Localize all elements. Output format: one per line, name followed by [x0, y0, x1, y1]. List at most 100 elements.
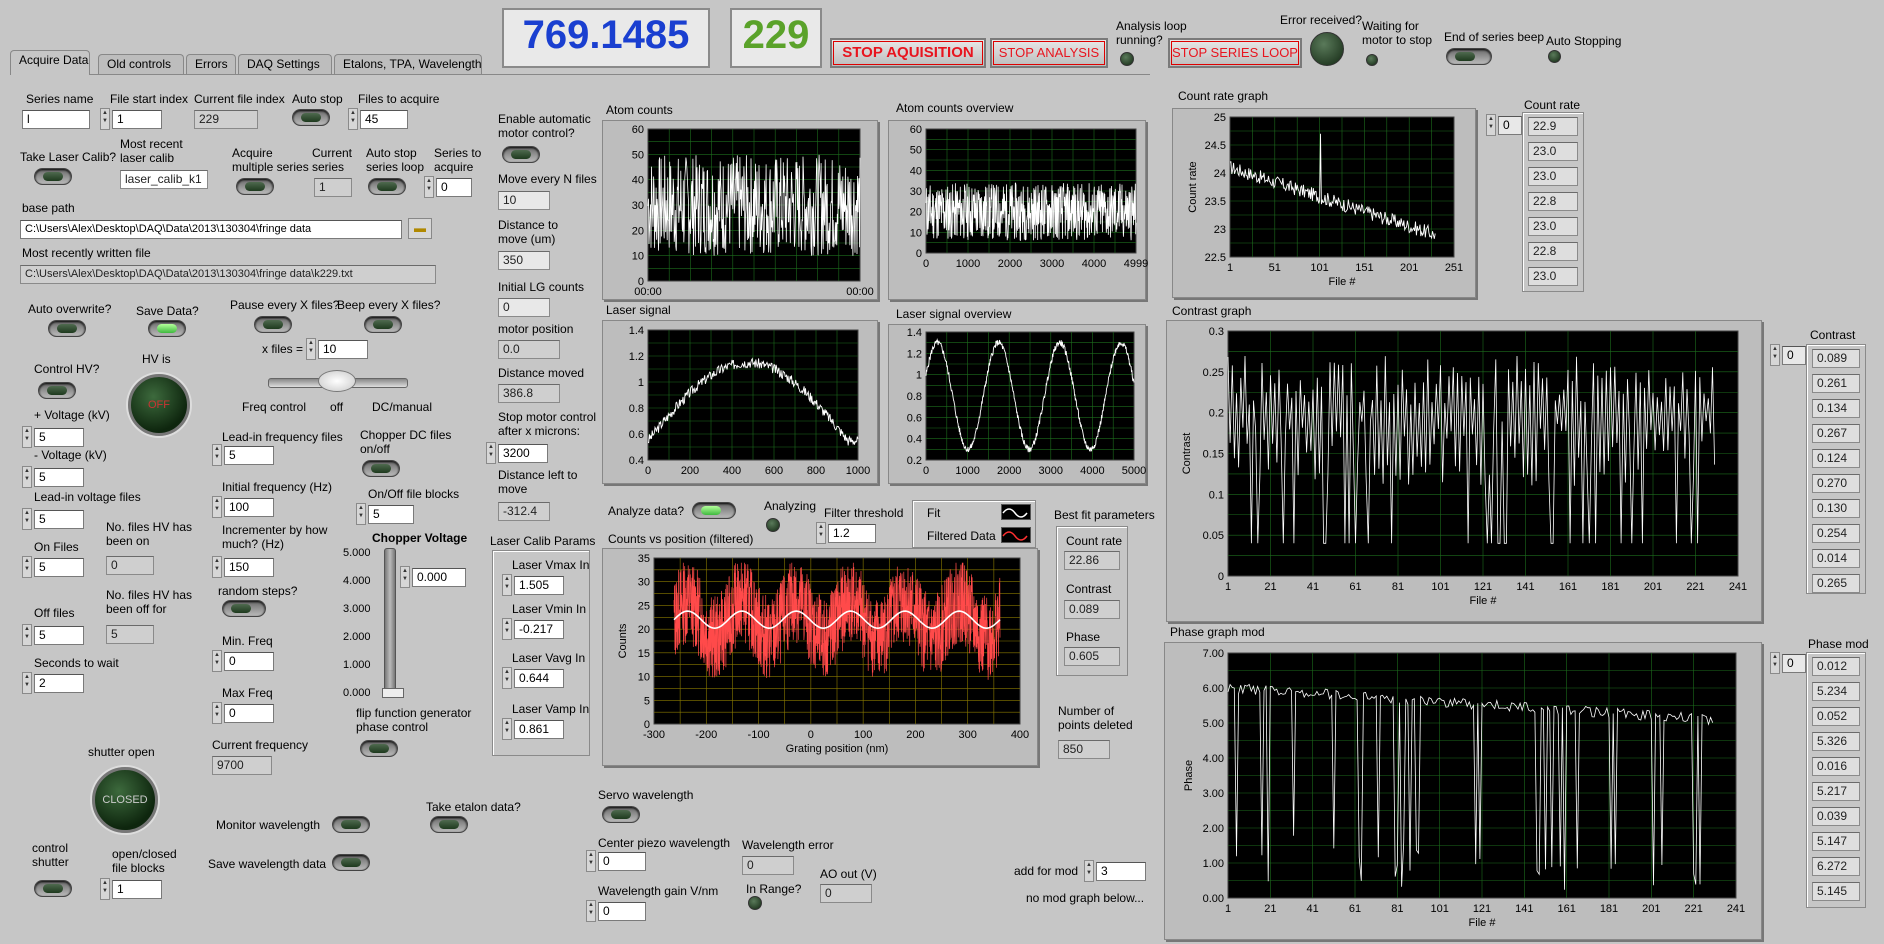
- array-element: 22.8: [1528, 242, 1578, 261]
- y-tick-label: 1: [638, 377, 644, 389]
- array-element: 0.016: [1812, 757, 1860, 776]
- y-axis-label: Contrast: [1181, 433, 1193, 475]
- x-tick-label: 201: [1400, 262, 1418, 274]
- array-element: 0.012: [1812, 657, 1860, 676]
- y-tick-label: 35: [638, 553, 650, 565]
- x-tick-label: 0: [923, 465, 929, 477]
- countrate-array-index-stepper[interactable]: ▲ ▼: [1486, 114, 1496, 136]
- y-tick-label: 30: [632, 200, 644, 212]
- x-tick-label: 0: [808, 729, 814, 741]
- array-element: 5.145: [1812, 882, 1860, 901]
- array-element: 22.9: [1528, 117, 1578, 136]
- y-tick-label: 0.6: [629, 429, 644, 441]
- phase-array-index[interactable]: 0: [1782, 654, 1806, 673]
- y-tick-label: 1.00: [1203, 858, 1224, 870]
- x-tick-label: 0: [645, 465, 651, 477]
- array-element: 0.039: [1812, 807, 1860, 826]
- array-element: 6.272: [1812, 857, 1860, 876]
- y-tick-label: 6.00: [1203, 683, 1224, 695]
- array-element: 5.217: [1812, 782, 1860, 801]
- x-tick-label: 141: [1515, 903, 1533, 915]
- contrast-array: 0.089 0.261 0.134 0.267 0.124 0.270 0.130 0.254…: [1806, 344, 1866, 594]
- y-tick-label: 3.00: [1203, 788, 1224, 800]
- x-tick-label: 5000: [1122, 465, 1146, 477]
- tab-acquire-data[interactable]: Acquire Data: [10, 50, 90, 75]
- phase-array: 0.012 5.234 0.052 5.326 0.016 5.217 0.039 5.147…: [1806, 652, 1866, 908]
- y-tick-label: 1.4: [907, 327, 922, 339]
- y-tick-label: 24.5: [1205, 140, 1226, 152]
- x-tick-label: 141: [1516, 581, 1534, 593]
- array-element: 0.130: [1812, 499, 1860, 518]
- array-element: 23.0: [1528, 167, 1578, 186]
- y-tick-label: 15: [638, 648, 650, 660]
- y-tick-label: 50: [910, 145, 922, 157]
- x-tick-label: 400: [1011, 729, 1029, 741]
- x-tick-label: 4999: [1124, 258, 1148, 270]
- x-tick-label: 1: [1225, 581, 1231, 593]
- x-tick-label: 41: [1307, 581, 1319, 593]
- y-tick-label: 0: [916, 248, 922, 260]
- x-tick-label: 221: [1686, 581, 1704, 593]
- x-tick-label: 41: [1307, 903, 1319, 915]
- y-tick-label: 4.00: [1203, 753, 1224, 765]
- x-tick-label: 300: [959, 729, 977, 741]
- x-tick-label: 121: [1474, 581, 1492, 593]
- contrast-array-label: Contrast: [1810, 328, 1856, 342]
- y-tick-label: 10: [638, 672, 650, 684]
- contrast-array-index-stepper[interactable]: ▲ ▼: [1770, 344, 1780, 366]
- y-tick-label: 23: [1214, 224, 1226, 236]
- array-element: 23.0: [1528, 142, 1578, 161]
- contrast-array-index[interactable]: 0: [1782, 346, 1806, 365]
- x-tick-label: 61: [1349, 581, 1361, 593]
- x-tick-label: 241: [1727, 903, 1745, 915]
- x-tick-label: 51: [1269, 262, 1281, 274]
- x-tick-label: 81: [1391, 903, 1403, 915]
- y-tick-label: 24: [1214, 168, 1226, 180]
- y-tick-label: 23.5: [1205, 196, 1226, 208]
- array-element: 0.270: [1812, 474, 1860, 493]
- x-tick-label: -100: [748, 729, 770, 741]
- y-tick-label: 1.2: [907, 348, 922, 360]
- x-tick-label: 00:00: [846, 286, 874, 298]
- y-tick-label: 40: [910, 165, 922, 177]
- y-tick-label: 0.4: [907, 434, 922, 446]
- y-tick-label: 20: [638, 624, 650, 636]
- phase-array-label: Phase mod: [1808, 637, 1869, 651]
- x-tick-label: 241: [1729, 581, 1747, 593]
- y-tick-label: 0.2: [907, 455, 922, 467]
- countrate-array: 22.9 23.0 23.0 22.8 23.0 22.8 23.0: [1522, 112, 1584, 292]
- x-tick-label: -300: [643, 729, 665, 741]
- x-tick-label: 81: [1392, 581, 1404, 593]
- x-tick-label: 221: [1684, 903, 1702, 915]
- phase-array-index-stepper[interactable]: ▲ ▼: [1770, 652, 1780, 674]
- y-tick-label: 5.00: [1203, 718, 1224, 730]
- x-tick-label: 161: [1557, 903, 1575, 915]
- y-tick-label: 60: [910, 124, 922, 136]
- y-tick-label: 22.5: [1205, 252, 1226, 264]
- y-tick-label: 0.00: [1203, 893, 1224, 905]
- x-tick-label: 200: [681, 465, 699, 477]
- y-axis-label: Counts: [617, 623, 629, 658]
- x-axis-label: File #: [1469, 917, 1497, 929]
- y-axis-label: Count rate: [1187, 161, 1199, 212]
- y-axis-label: Phase: [1183, 760, 1195, 791]
- array-element: 0.124: [1812, 449, 1860, 468]
- x-tick-label: 161: [1559, 581, 1577, 593]
- y-tick-label: 5: [644, 695, 650, 707]
- y-tick-label: 0.4: [629, 455, 644, 467]
- countrate-array-index[interactable]: 0: [1498, 116, 1522, 135]
- x-tick-label: 600: [765, 465, 783, 477]
- x-tick-label: 101: [1431, 581, 1449, 593]
- y-tick-label: 10: [910, 227, 922, 239]
- y-tick-label: 0.05: [1203, 530, 1224, 542]
- x-tick-label: 1: [1225, 903, 1231, 915]
- x-tick-label: 00:00: [634, 286, 662, 298]
- array-element: 5.147: [1812, 832, 1860, 851]
- x-tick-label: 121: [1473, 903, 1491, 915]
- x-tick-label: 800: [807, 465, 825, 477]
- y-tick-label: 0.15: [1203, 449, 1224, 461]
- y-tick-label: 0.3: [1209, 326, 1224, 338]
- y-tick-label: 0.6: [907, 412, 922, 424]
- y-tick-label: 40: [632, 175, 644, 187]
- y-tick-label: 0: [1218, 571, 1224, 583]
